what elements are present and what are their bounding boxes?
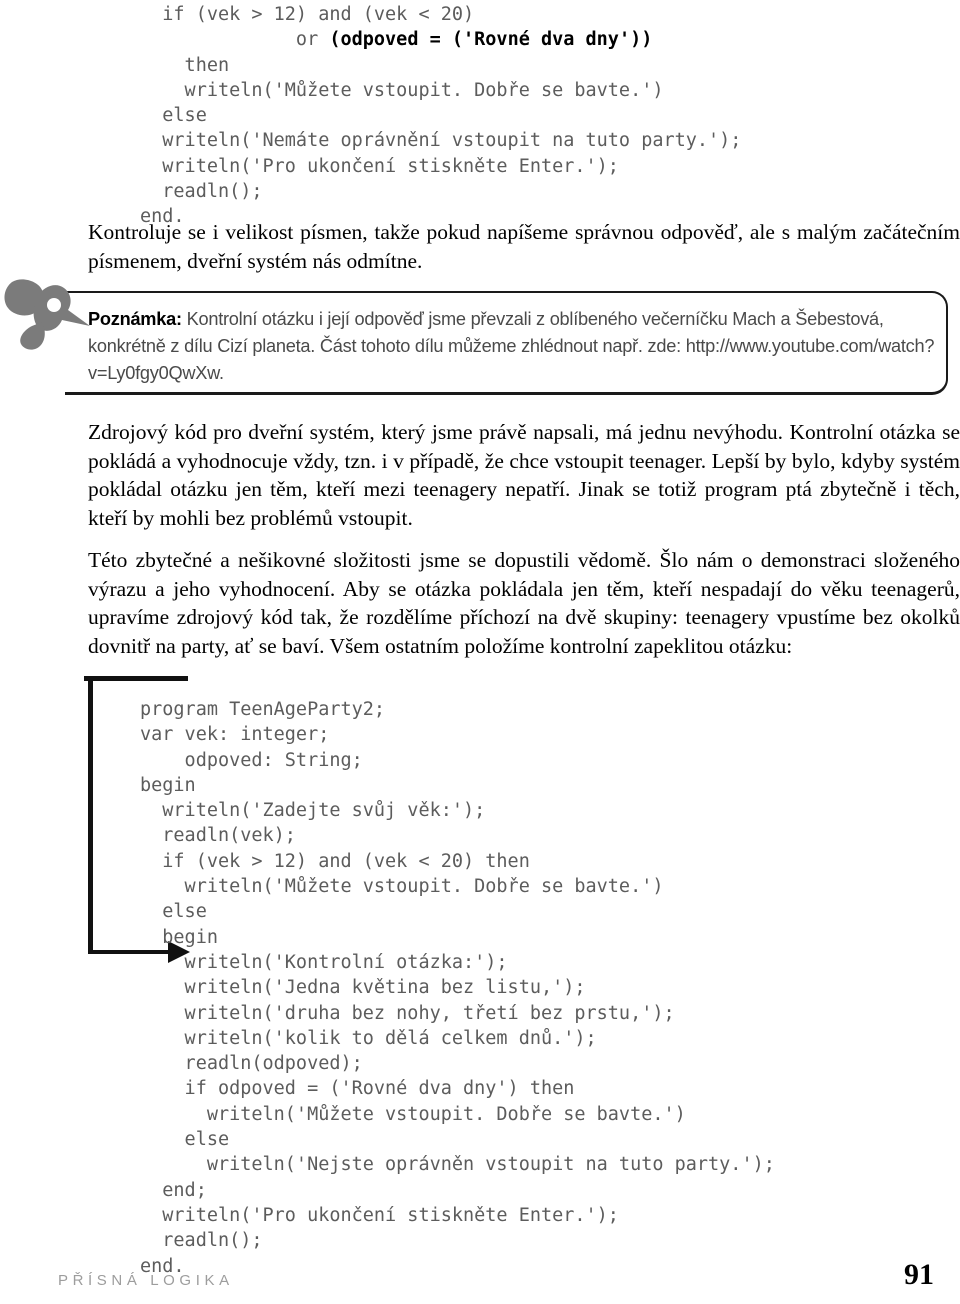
code-line: readln(); xyxy=(140,1230,263,1252)
code-emphasis: (odpoved = ('Rovné dva dny')) xyxy=(329,29,653,51)
code-line: end. xyxy=(140,1255,185,1277)
code-line: then xyxy=(140,54,230,76)
code-line: else xyxy=(140,901,207,923)
code-line: writeln('Nemáte oprávnění vstoupit na tu… xyxy=(140,130,742,152)
code-line: writeln('Jedna květina bez listu,'); xyxy=(140,977,586,999)
code-line: if (vek > 12) and (vek < 20) then xyxy=(140,850,530,872)
code-line: readln(odpoved); xyxy=(140,1053,363,1075)
code-line: program TeenAgeParty2; xyxy=(140,699,386,720)
code-line: writeln('Můžete vstoupit. Dobře se bavte… xyxy=(140,79,664,101)
page-number: 91 xyxy=(904,1258,934,1291)
code-block-top: if (vek > 12) and (vek < 20) or (odpoved… xyxy=(140,2,741,230)
code-line: end; xyxy=(140,1179,207,1201)
code-line: or (odpoved = ('Rovné dva dny')) xyxy=(140,29,653,51)
code-line: writeln('Kontrolní otázka:'); xyxy=(140,951,508,973)
code-line: writeln('Můžete vstoupit. Dobře se bavte… xyxy=(140,1103,686,1125)
code-line: if (vek > 12) and (vek < 20) xyxy=(140,4,475,25)
paragraph-two: Zdrojový kód pro dveřní systém, který js… xyxy=(88,420,960,530)
code-line: begin xyxy=(140,774,196,796)
code-block-bottom: program TeenAgeParty2; var vek: integer; … xyxy=(140,697,775,1279)
paragraph-three: Této zbytečné a nešikovné složitosti jsm… xyxy=(88,548,960,658)
code-line: writeln('kolik to dělá celkem dnů.'); xyxy=(140,1027,597,1049)
code-line: writeln('druha bez nohy, třetí bez prstu… xyxy=(140,1002,675,1024)
running-title: PŘÍSNÁ LOGIKA xyxy=(58,1272,234,1289)
code-line: writeln('Pro ukončení stiskněte Enter.')… xyxy=(140,1204,619,1226)
note-lead-label: Poznámka: xyxy=(88,309,182,329)
code-line: odpoved: String; xyxy=(140,749,363,771)
code-line: writeln('Můžete vstoupit. Dobře se bavte… xyxy=(140,876,664,898)
quill-nib-icon xyxy=(2,276,94,356)
note-body-text: Kontrolní otázku i její odpověď jsme pře… xyxy=(88,309,935,383)
code-line: writeln('Zadejte svůj věk:'); xyxy=(140,800,486,822)
code-line: if odpoved = ('Rovné dva dny') then xyxy=(140,1078,575,1100)
code-line: else xyxy=(140,1129,230,1151)
code-line: writeln('Pro ukončení stiskněte Enter.')… xyxy=(140,155,619,177)
code-line: else xyxy=(140,105,207,127)
document-page: if (vek > 12) and (vek < 20) or (odpoved… xyxy=(0,0,960,1304)
code-line: readln(vek); xyxy=(140,825,296,847)
paragraph-one: Kontroluje se i velikost písmen, takže p… xyxy=(88,220,960,273)
code-line: var vek: integer; xyxy=(140,724,330,746)
code-line: readln(); xyxy=(140,181,263,203)
note-text: Poznámka: Kontrolní otázku i její odpově… xyxy=(88,306,950,387)
code-line: writeln('Nejste oprávněn vstoupit na tut… xyxy=(140,1154,775,1176)
code-line: begin xyxy=(140,926,218,948)
